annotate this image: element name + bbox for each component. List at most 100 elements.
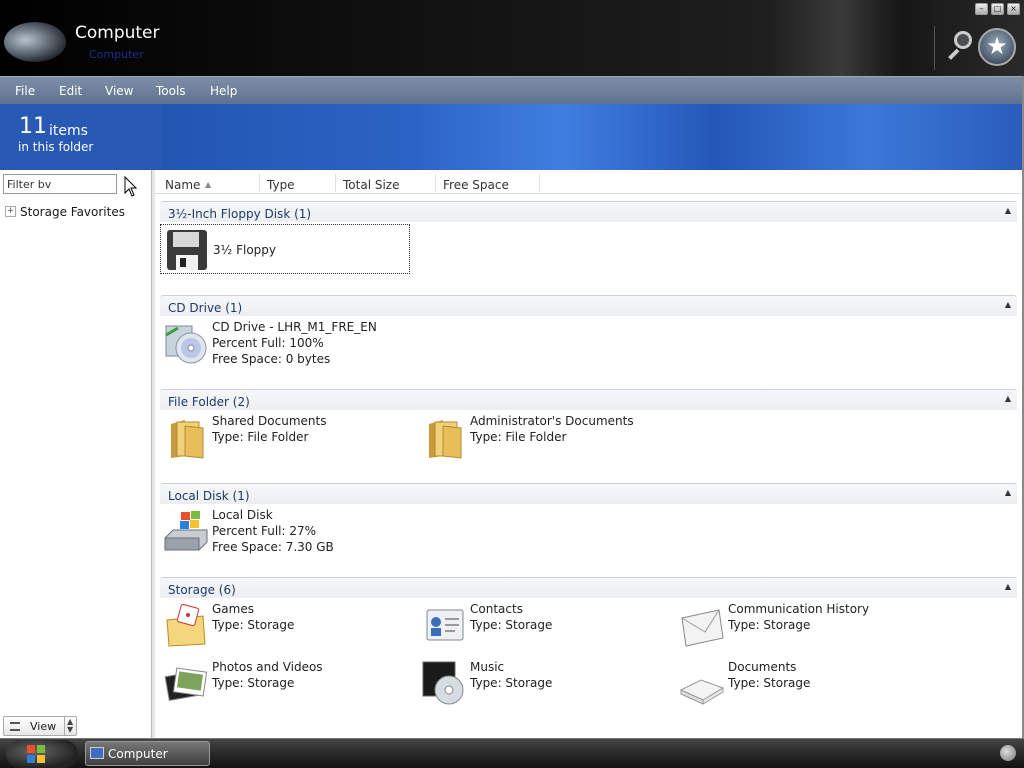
column-type[interactable]: Type <box>267 178 295 192</box>
item-free-space: Free Space: 7.30 GB <box>212 540 334 554</box>
item-type: Type: Storage <box>470 618 553 632</box>
music-icon <box>422 661 464 705</box>
title-bar: Computer Computer – □ × ★ <box>0 0 1024 76</box>
sort-ascending-icon: ▲ <box>205 180 212 189</box>
item-name: Shared Documents <box>212 414 327 428</box>
item-type: Type: File Folder <box>470 430 567 444</box>
item-name: Photos and Videos <box>212 660 323 674</box>
navigation-pane: + Storage Favorites View ▲▼ <box>0 170 152 738</box>
list-item[interactable]: Documents Type: Storage <box>676 658 926 708</box>
contacts-icon <box>426 609 464 641</box>
group-storage: Storage (6) ▲ Games Type: Storage Contac… <box>160 577 1017 705</box>
item-percent-full: Percent Full: 27% <box>212 524 317 538</box>
start-button[interactable] <box>6 740 78 768</box>
group-cd-drive: CD Drive (1) ▲ CD Drive - LHR_M1_FRE_EN … <box>160 295 1017 366</box>
app-orb-icon <box>4 22 66 62</box>
menu-edit[interactable]: Edit <box>59 84 82 98</box>
floppy-icon <box>167 230 207 270</box>
list-item[interactable]: Photos and Videos Type: Storage <box>160 658 410 708</box>
item-count-label: items <box>49 123 88 139</box>
list-item[interactable]: Contacts Type: Storage <box>418 600 668 650</box>
folder-icon <box>429 420 462 459</box>
taskbar: Computer <box>0 738 1024 768</box>
collapse-icon[interactable]: ▲ <box>1005 488 1011 497</box>
group-header[interactable]: File Folder (2) ▲ <box>160 389 1017 410</box>
tray-icon[interactable] <box>1000 745 1016 761</box>
view-list-icon <box>10 722 20 731</box>
mouse-cursor-icon <box>124 176 138 197</box>
collapse-icon[interactable]: ▲ <box>1005 582 1011 591</box>
item-type: Type: Storage <box>212 676 295 690</box>
expand-icon[interactable]: + <box>5 206 16 217</box>
group-header[interactable]: 3½-Inch Floppy Disk (1) ▲ <box>160 201 1017 222</box>
item-type: Type: File Folder <box>212 430 309 444</box>
group-header[interactable]: CD Drive (1) ▲ <box>160 295 1017 316</box>
item-percent-full: Percent Full: 100% <box>212 336 324 350</box>
list-item[interactable]: Local Disk Percent Full: 27% Free Space:… <box>160 506 410 556</box>
cd-drive-icon <box>165 325 207 364</box>
content-pane: Name ▲ Type Total Size Free Space 3½-Inc… <box>155 170 1022 738</box>
folder-icon <box>171 420 204 459</box>
item-name: Games <box>212 602 254 616</box>
group-header[interactable]: Storage (6) ▲ <box>160 577 1017 598</box>
collapse-icon[interactable]: ▲ <box>1005 394 1011 403</box>
list-item[interactable]: 3½ Floppy <box>160 224 410 274</box>
group-local-disk: Local Disk (1) ▲ Local Disk Percent Full… <box>160 483 1017 554</box>
group-title: CD Drive (1) <box>168 301 243 315</box>
list-item[interactable]: Administrator's Documents Type: File Fol… <box>418 412 668 462</box>
menu-bar: File Edit View Tools Help <box>0 76 1022 104</box>
computer-icon <box>90 747 104 759</box>
item-name: Local Disk <box>212 508 273 522</box>
view-button[interactable]: View ▲ ▼ <box>3 716 77 736</box>
item-name: CD Drive - LHR_M1_FRE_EN <box>212 320 377 334</box>
group-title: Local Disk (1) <box>168 489 250 503</box>
title-separator <box>934 26 935 70</box>
list-item[interactable]: Shared Documents Type: File Folder <box>160 412 410 462</box>
list-item[interactable]: Communication History Type: Storage <box>676 600 926 650</box>
minimize-button[interactable]: – <box>975 3 988 15</box>
column-total-size[interactable]: Total Size <box>343 178 399 192</box>
close-button[interactable]: × <box>1007 3 1020 15</box>
group-header[interactable]: Local Disk (1) ▲ <box>160 483 1017 504</box>
column-name[interactable]: Name <box>165 178 200 192</box>
local-disk-icon <box>164 511 208 551</box>
item-name: Communication History <box>728 602 870 616</box>
window-title-hint: Computer <box>89 48 144 61</box>
list-item[interactable]: Games Type: Storage <box>160 600 410 650</box>
item-type: Type: Storage <box>728 618 811 632</box>
item-name: Contacts <box>470 602 523 616</box>
item-name: Documents <box>728 660 797 674</box>
collapse-icon[interactable]: ▲ <box>1005 300 1011 309</box>
communication-history-icon <box>681 609 724 647</box>
taskbar-button-computer[interactable]: Computer <box>85 741 210 766</box>
item-type: Type: Storage <box>470 676 553 690</box>
filter-input[interactable] <box>3 174 117 194</box>
column-header: Name ▲ Type Total Size Free Space <box>155 170 1022 194</box>
favorites-star-icon[interactable]: ★ <box>978 28 1016 66</box>
maximize-button[interactable]: □ <box>991 3 1004 15</box>
group-file-folder: File Folder (2) ▲ Shared Documents Type:… <box>160 389 1017 459</box>
column-free-space[interactable]: Free Space <box>443 178 509 192</box>
menu-tools[interactable]: Tools <box>156 84 186 98</box>
list-item[interactable]: Music Type: Storage <box>418 658 668 708</box>
taskbar-button-label: Computer <box>108 747 168 761</box>
folder-header-banner: 11 items in this folder <box>0 104 1022 170</box>
photos-videos-icon <box>164 667 208 702</box>
item-count-sublabel: in this folder <box>18 140 94 154</box>
group-title: File Folder (2) <box>168 395 250 409</box>
menu-file[interactable]: File <box>15 84 35 98</box>
documents-icon <box>679 679 725 705</box>
list-item[interactable]: CD Drive - LHR_M1_FRE_EN Percent Full: 1… <box>160 318 410 368</box>
games-icon <box>166 603 206 647</box>
group-floppy: 3½-Inch Floppy Disk (1) ▲ 3½ Floppy <box>160 201 1017 274</box>
collapse-icon[interactable]: ▲ <box>1005 206 1011 215</box>
menu-view[interactable]: View <box>105 84 133 98</box>
windows-logo-icon <box>27 745 45 763</box>
item-type: Type: Storage <box>728 676 811 690</box>
search-icon[interactable] <box>944 28 974 62</box>
view-spinner-icon[interactable]: ▲ ▼ <box>67 718 73 734</box>
group-title: Storage (6) <box>168 583 236 597</box>
tree-item-storage-favorites[interactable]: Storage Favorites <box>20 205 125 219</box>
menu-help[interactable]: Help <box>210 84 237 98</box>
view-button-label: View <box>30 720 57 733</box>
